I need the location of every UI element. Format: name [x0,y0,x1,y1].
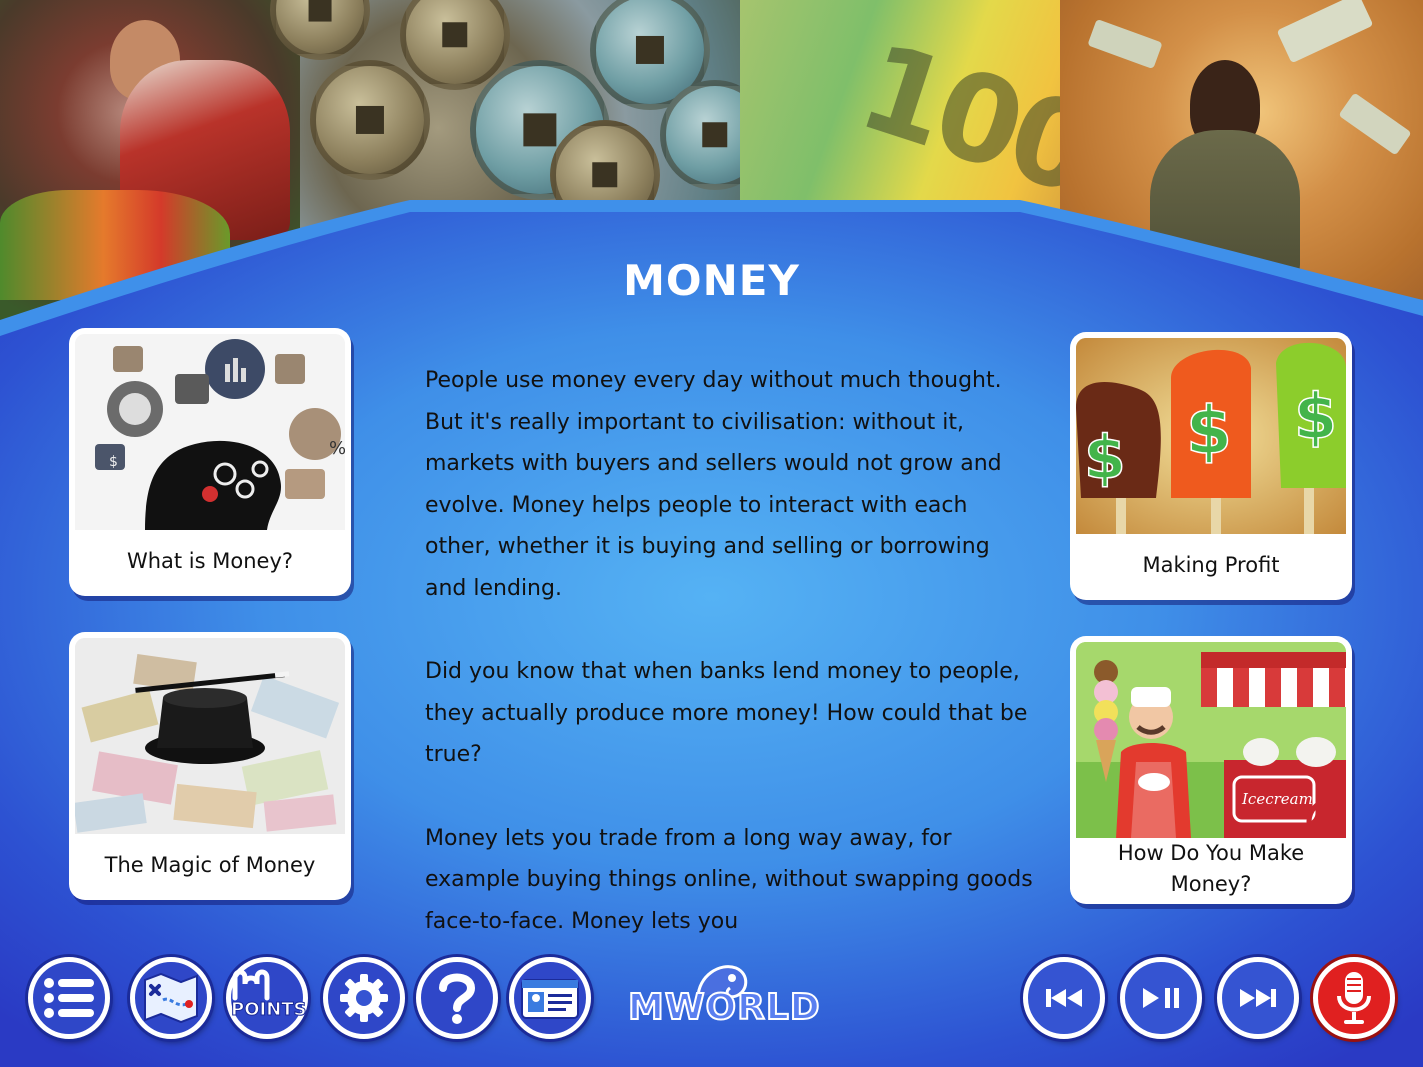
map-button[interactable] [130,957,212,1039]
card-label: What is Money? [126,548,294,573]
profile-button[interactable] [509,957,591,1039]
card-label: Making Profit [1142,552,1280,577]
menu-button[interactable] [28,957,110,1039]
gear-icon [338,972,390,1024]
previous-button[interactable] [1023,957,1105,1039]
play-pause-button[interactable] [1120,957,1202,1039]
card-label: The Magic of Money [104,852,316,877]
icecream-seller-image: Icecream [1076,642,1346,838]
map-icon [139,970,203,1026]
svg-text:%: % [329,438,345,459]
record-button[interactable] [1313,957,1395,1039]
points-label: POINTS [231,999,308,1021]
card-label: How Do You Make Money? [1117,841,1305,896]
ice-lollies-image: $ $ $ [1076,338,1346,534]
cart-sign-text: Icecream [1241,790,1313,808]
svg-text:$: $ [1186,392,1232,469]
topic-card-how-do-you-make-money[interactable]: Icecream How Do You Make Money? [1070,636,1352,904]
skip-back-icon [1044,987,1084,1009]
brain-infographic-image: % $ [75,334,345,530]
article-paragraph: Did you know that when banks lend money … [425,659,1028,768]
settings-button[interactable] [323,957,405,1039]
article-paragraph: People use money every day without much … [425,368,1002,601]
logo-text: MWORLD [627,986,821,1029]
next-button[interactable] [1217,957,1299,1039]
points-badge-icon [231,968,303,1002]
svg-text:$: $ [1084,423,1126,493]
help-button[interactable] [416,957,498,1039]
page-title: MONEY [623,256,800,305]
svg-text:$: $ [1294,380,1337,453]
list-icon [43,976,95,1020]
svg-text:$: $ [109,454,118,470]
topic-card-what-is-money[interactable]: % $ What is Money? [69,328,351,596]
play-pause-icon [1141,986,1181,1010]
microphone-icon [1334,970,1374,1026]
id-card-icon [520,976,580,1020]
topic-card-making-profit[interactable]: $ $ $ Making Profit [1070,332,1352,600]
article-paragraph: Money lets you trade from a long way awa… [425,825,1033,934]
points-button[interactable]: POINTS [226,957,308,1039]
article-body: People use money every day without much … [425,360,1035,940]
skip-forward-icon [1238,987,1278,1009]
question-icon [437,972,477,1024]
topic-card-magic-of-money[interactable]: The Magic of Money [69,632,351,900]
mworld-logo: MWORLD [627,958,821,1038]
magic-hat-banknotes-image [75,638,345,834]
